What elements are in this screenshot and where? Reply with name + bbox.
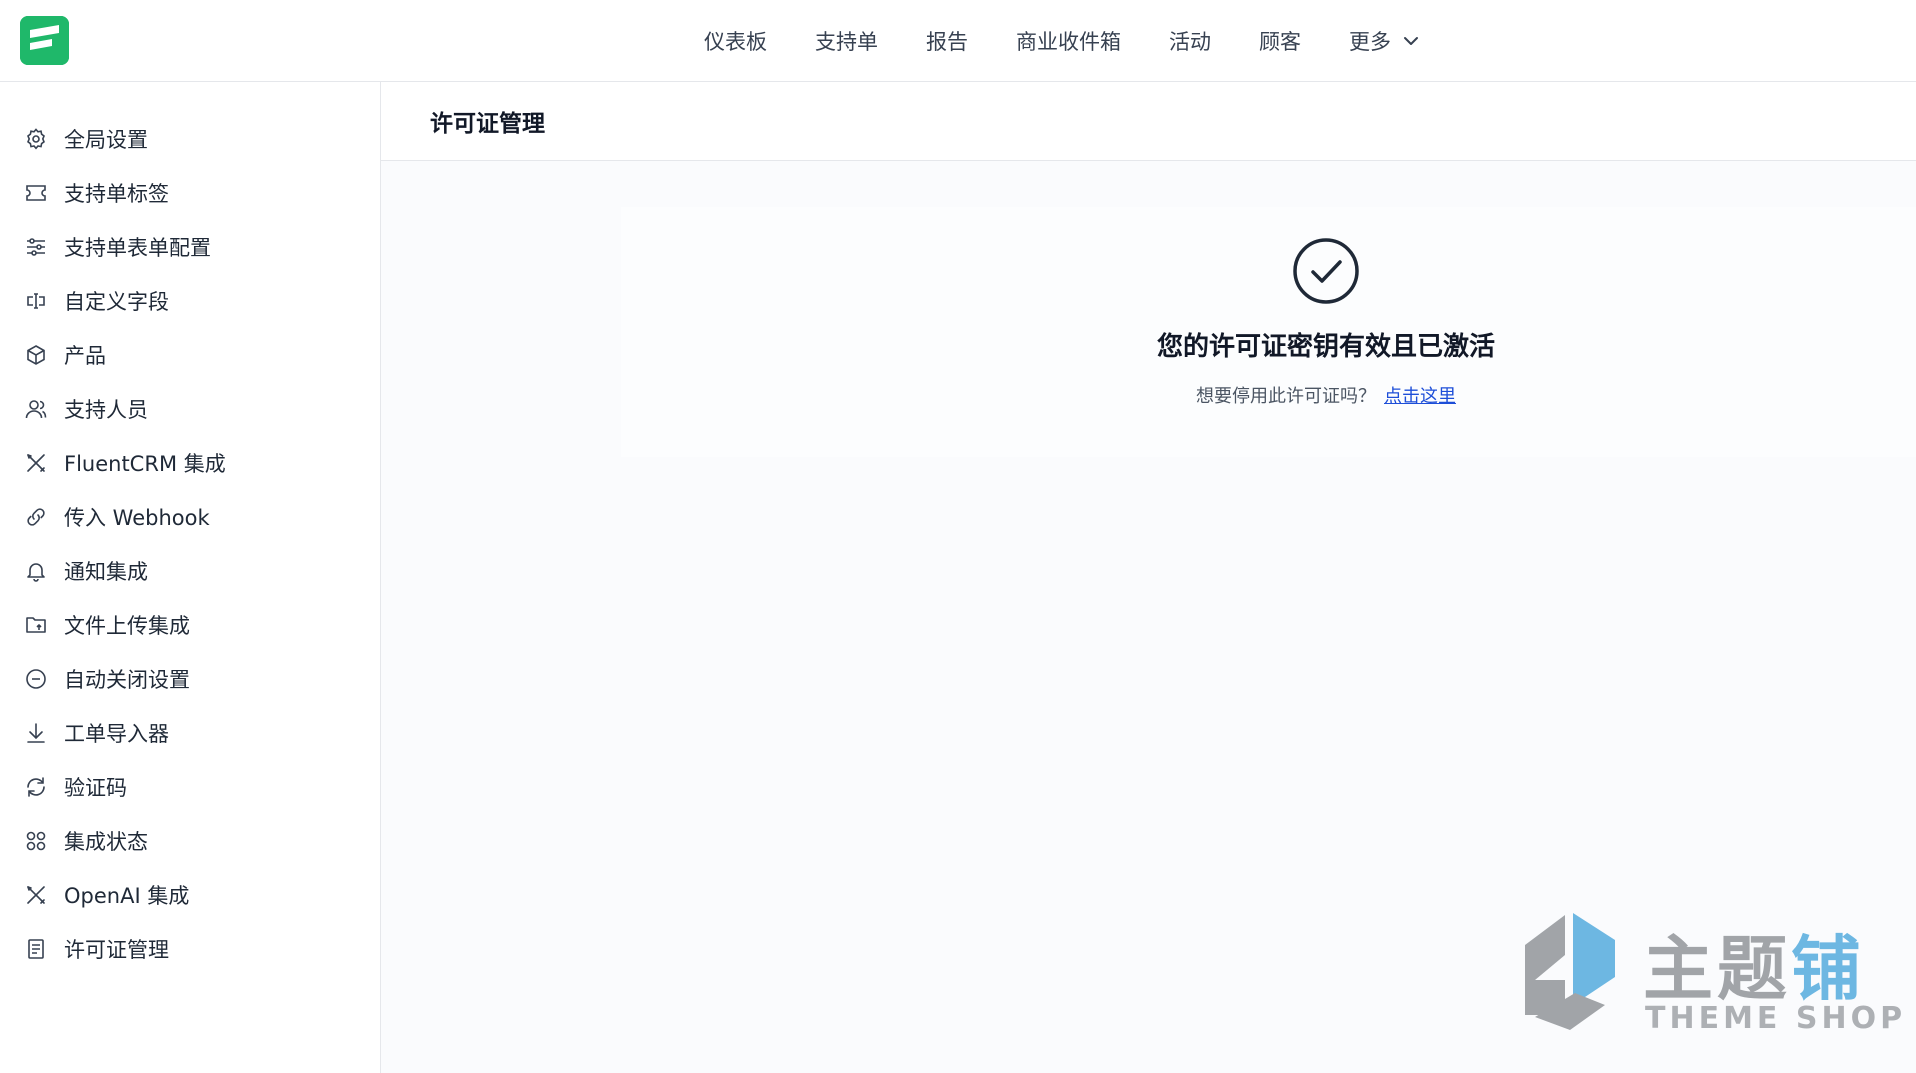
page-title: 许可证管理 [381,82,1916,161]
app-logo[interactable] [20,16,69,65]
sidebar-item-support-staff[interactable]: 支持人员 [0,382,380,436]
text-cursor-icon [24,289,48,313]
minus-circle-icon [24,667,48,691]
deactivate-row: 想要停用此许可证吗？ 点击这里 [1026,382,1626,408]
top-bar: 仪表板 支持单 报告 商业收件箱 活动 顾客 更多 [0,0,1916,82]
sidebar-item-label: 传入 Webhook [64,506,210,530]
sidebar-item-ticket-form-config[interactable]: 支持单表单配置 [0,220,380,274]
check-circle-icon [1292,237,1360,305]
sidebar-item-custom-fields[interactable]: 自定义字段 [0,274,380,328]
sidebar-item-label: 自定义字段 [64,290,169,314]
sidebar-item-label: 集成状态 [64,830,148,854]
deactivate-prompt: 想要停用此许可证吗？ [1196,386,1376,407]
chevron-down-icon [1404,37,1418,45]
sidebar-item-notifications[interactable]: 通知集成 [0,544,380,598]
sidebar-item-ticket-tags[interactable]: 支持单标签 [0,166,380,220]
nav-customers[interactable]: 顾客 [1259,26,1301,56]
gear-icon [24,127,48,151]
box-icon [24,343,48,367]
sidebar-item-global-settings[interactable]: 全局设置 [0,112,380,166]
license-status-title: 您的许可证密钥有效且已激活 [1156,332,1495,362]
watermark: 主题铺 THEME SHOP [1505,905,1902,1045]
sidebar-item-incoming-webhook[interactable]: 传入 Webhook [0,490,380,544]
nav-activities[interactable]: 活动 [1169,26,1211,56]
bell-icon [24,559,48,583]
watermark-logo-icon [1505,905,1635,1035]
sidebar-item-label: 通知集成 [64,560,148,584]
sidebar-item-openai[interactable]: OpenAI 集成 [0,868,380,922]
nav-business-inboxes[interactable]: 商业收件箱 [1016,26,1121,56]
watermark-text-cn-part2: 铺 [1791,928,1865,1010]
top-nav: 仪表板 支持单 报告 商业收件箱 活动 顾客 更多 [704,0,1421,82]
nav-reports[interactable]: 报告 [926,26,968,56]
sidebar-item-label: 验证码 [64,776,127,800]
folder-upload-icon [24,613,48,637]
download-icon [24,721,48,745]
settings-sidebar: 全局设置 支持单标签 支持单表单配置 自定义字段 产品 支持人员 FluentC… [0,82,381,1073]
watermark-text-cn: 主题铺 [1643,913,1865,1014]
nav-tickets[interactable]: 支持单 [815,26,878,56]
deactivate-link[interactable]: 点击这里 [1384,386,1456,407]
tools-icon [24,451,48,475]
sidebar-item-label: 全局设置 [64,128,148,152]
document-icon [24,937,48,961]
tools-icon [24,883,48,907]
sidebar-item-label: 支持单标签 [64,182,169,206]
fluent-support-logo-icon [20,16,69,65]
watermark-text-en: THEME SHOP [1645,1001,1907,1036]
grid-circles-icon [24,829,48,853]
sidebar-item-label: 工单导入器 [64,722,169,746]
sidebar-item-label: OpenAI 集成 [64,884,190,908]
sidebar-item-label: 支持人员 [64,398,148,422]
nav-more-label: 更多 [1349,30,1391,54]
sidebar-item-file-upload[interactable]: 文件上传集成 [0,598,380,652]
sidebar-item-label: 自动关闭设置 [64,668,190,692]
ticket-icon [24,181,48,205]
sidebar-item-ticket-importer[interactable]: 工单导入器 [0,706,380,760]
sidebar-item-integration-status[interactable]: 集成状态 [0,814,380,868]
sidebar-item-license-management[interactable]: 许可证管理 [0,922,380,976]
sidebar-item-label: 文件上传集成 [64,614,190,638]
webhook-icon [24,505,48,529]
sidebar-item-captcha[interactable]: 验证码 [0,760,380,814]
watermark-text-cn-part1: 主题 [1643,928,1791,1010]
nav-dashboard[interactable]: 仪表板 [704,26,767,56]
sidebar-item-label: 许可证管理 [64,938,169,962]
sidebar-item-fluentcrm[interactable]: FluentCRM 集成 [0,436,380,490]
sidebar-item-auto-close[interactable]: 自动关闭设置 [0,652,380,706]
sidebar-item-label: 支持单表单配置 [64,236,211,260]
users-icon [24,397,48,421]
sidebar-item-products[interactable]: 产品 [0,328,380,382]
sliders-icon [24,235,48,259]
refresh-icon [24,775,48,799]
nav-more[interactable]: 更多 [1349,26,1421,56]
sidebar-item-label: 产品 [64,344,106,368]
sidebar-item-label: FluentCRM 集成 [64,452,226,476]
